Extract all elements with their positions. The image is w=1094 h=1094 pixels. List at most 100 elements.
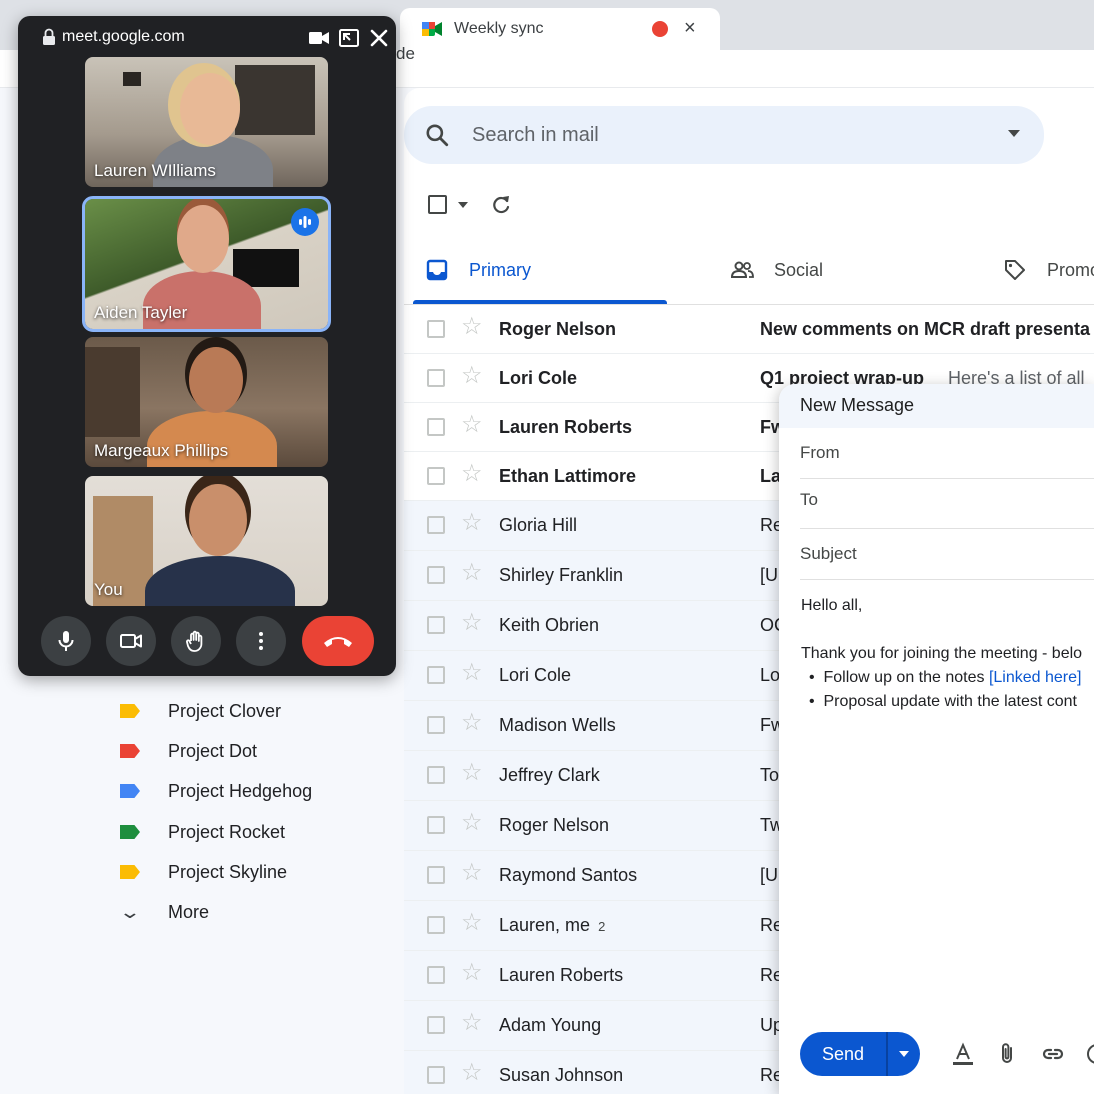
tab-social[interactable]: Social [730,250,823,290]
participant-tile[interactable]: Margeaux Phillips [85,337,328,467]
email-subject: [U [760,565,778,586]
star-icon[interactable]: ☆ [461,811,483,835]
row-checkbox[interactable] [427,1016,445,1034]
close-icon[interactable] [368,27,390,49]
star-icon[interactable]: ☆ [461,761,483,785]
row-checkbox[interactable] [427,418,445,436]
star-icon[interactable]: ☆ [461,611,483,635]
row-checkbox[interactable] [427,766,445,784]
star-icon[interactable]: ☆ [461,1011,483,1035]
sender-name: Susan Johnson [499,1065,624,1085]
search-input[interactable]: Search in mail [472,124,599,147]
email-row[interactable]: ☆ Roger Nelson New comments on MCR draft p… [404,305,1094,354]
row-checkbox[interactable] [427,516,445,534]
sender-name: Madison Wells [499,715,616,735]
star-icon[interactable]: ☆ [461,315,483,339]
participant-tile[interactable]: Lauren WIlliams [85,57,328,187]
label-project-skyline[interactable]: Project Skyline [120,854,287,890]
email-subject: New comments on MCR draft presenta [760,319,1090,340]
bookshelf [235,65,315,135]
participant-tile[interactable]: Aiden Tayler [82,196,331,332]
from-field[interactable]: From [800,429,1094,479]
row-checkbox[interactable] [427,916,445,934]
tab-close-icon[interactable]: × [684,17,696,40]
tab-promotions[interactable]: Promo [1003,250,1094,290]
end-call-button[interactable] [302,616,374,666]
people-icon [730,261,754,278]
row-checkbox[interactable] [427,716,445,734]
sender-name: Jeffrey Clark [499,765,600,785]
label-project-rocket[interactable]: Project Rocket [120,814,285,850]
sender-name: Adam Young [499,1015,602,1035]
star-icon[interactable]: ☆ [461,364,483,388]
browser-tab[interactable]: Weekly sync × [400,8,720,50]
send-button[interactable]: Send [800,1032,920,1076]
notes-link[interactable]: [Linked here] [989,669,1082,686]
camera-button[interactable] [106,616,156,666]
select-all-checkbox[interactable] [428,195,447,214]
search-bar[interactable]: Search in mail [404,106,1044,164]
bullet-1-text: Follow up on the notes [823,669,985,686]
body-bullet-2: • Proposal update with the latest cont [809,693,1077,710]
star-icon[interactable]: ☆ [461,561,483,585]
more-options-button[interactable] [236,616,286,666]
back-to-tab-icon[interactable] [338,27,360,49]
to-label: To [800,490,818,509]
compose-header[interactable]: New Message [779,384,1094,428]
sidebar-more[interactable]: ⌄ More [119,894,209,930]
schedule-send-caret-icon[interactable] [899,1051,909,1057]
participant-name: Lauren WIlliams [94,161,216,180]
label-project-clover[interactable]: Project Clover [120,693,281,729]
row-checkbox[interactable] [427,566,445,584]
row-checkbox[interactable] [427,866,445,884]
video-camera-icon[interactable] [308,27,330,49]
row-checkbox[interactable] [427,320,445,338]
star-icon[interactable]: ☆ [461,861,483,885]
row-checkbox[interactable] [427,369,445,387]
microphone-button[interactable] [41,616,91,666]
label-tag-icon [120,825,140,839]
row-checkbox[interactable] [427,1066,445,1084]
emoji-icon[interactable] [1085,1042,1094,1066]
to-field[interactable]: To [800,479,1094,529]
email-sender: Lauren, me 2 [499,915,605,936]
row-checkbox[interactable] [427,966,445,984]
tab-primary[interactable]: Primary [425,250,531,290]
insert-link-icon[interactable] [1041,1042,1065,1066]
star-icon[interactable]: ☆ [461,462,483,486]
star-icon[interactable]: ☆ [461,911,483,935]
search-icon[interactable] [424,122,450,148]
star-icon[interactable]: ☆ [461,511,483,535]
row-checkbox[interactable] [427,467,445,485]
row-checkbox[interactable] [427,666,445,684]
search-options-icon[interactable] [1008,130,1020,137]
star-icon[interactable]: ☆ [461,711,483,735]
speaking-indicator-icon [291,208,319,236]
sender-name: Shirley Franklin [499,565,624,585]
subject-text: Lo [760,665,781,685]
end-call-icon [324,637,352,647]
person-head [189,347,243,413]
star-icon[interactable]: ☆ [461,1061,483,1085]
email-sender: Susan Johnson [499,1065,623,1086]
select-menu-caret-icon[interactable] [458,202,468,208]
attach-file-icon[interactable] [995,1042,1019,1066]
star-icon[interactable]: ☆ [461,961,483,985]
row-checkbox[interactable] [427,616,445,634]
subject-text: [U [760,565,778,585]
text-format-icon[interactable] [951,1042,975,1066]
tab-label: Promo [1047,259,1094,280]
label-project-hedgehog[interactable]: Project Hedgehog [120,773,312,809]
subject-text: La [760,466,782,486]
label-text: Project Hedgehog [168,780,313,801]
subject-field[interactable]: Subject [800,530,1094,580]
star-icon[interactable]: ☆ [461,661,483,685]
label-project-dot[interactable]: Project Dot [120,733,257,769]
sender-name: Roger Nelson [499,815,610,835]
refresh-icon[interactable] [489,193,513,217]
row-checkbox[interactable] [427,816,445,834]
compose-body[interactable]: Hello all, Thank you for joining the mee… [801,594,1094,714]
star-icon[interactable]: ☆ [461,413,483,437]
raise-hand-button[interactable] [171,616,221,666]
participant-tile[interactable]: You [85,476,328,606]
